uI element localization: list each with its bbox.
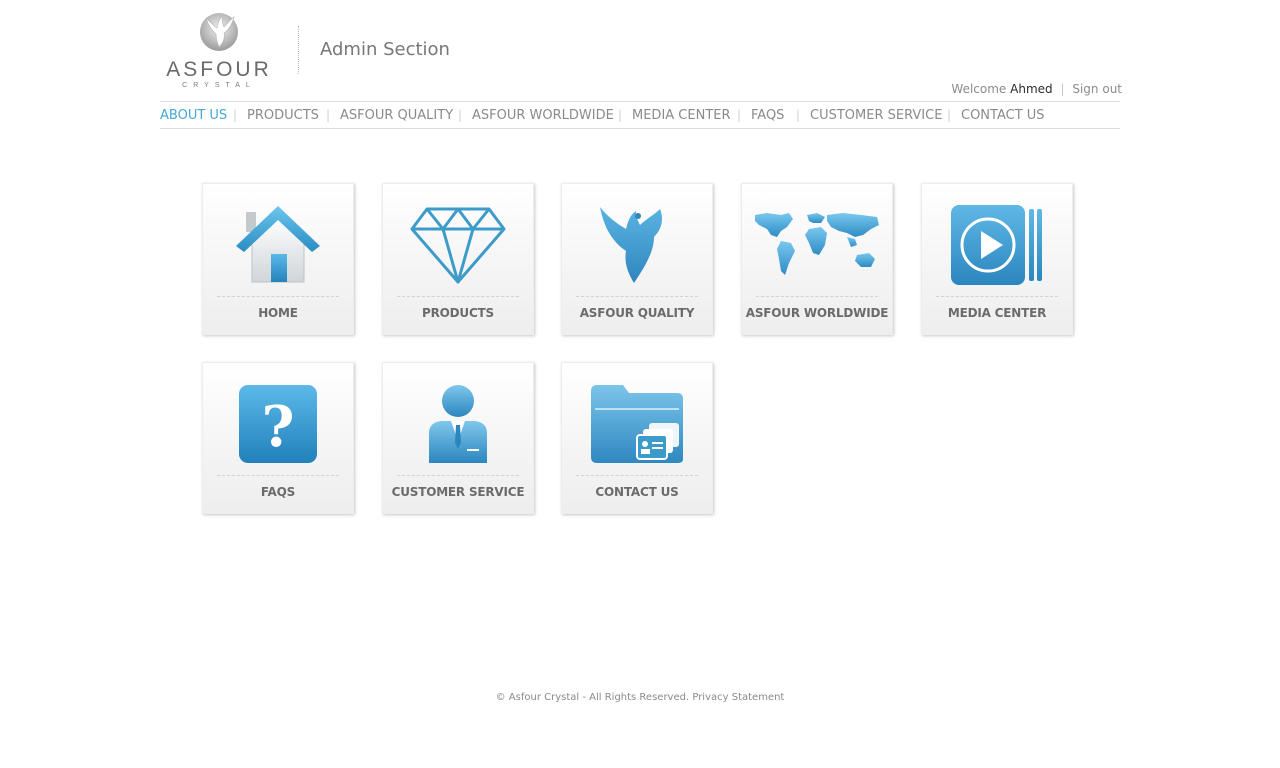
- tile-contact-us[interactable]: CONTACT US: [561, 362, 713, 514]
- nav-item-media-center[interactable]: MEDIA CENTER: [632, 108, 731, 123]
- folder-contact-icon: [591, 385, 683, 463]
- tile-separator: [217, 296, 339, 297]
- world-map-icon: [755, 213, 879, 275]
- page-title: Admin Section: [320, 39, 450, 60]
- play-icon: [951, 205, 1042, 285]
- nav-item-customer-service[interactable]: CUSTOMER SERVICE: [810, 108, 942, 123]
- footer: © Asfour Crystal - All Rights Reserved. …: [0, 692, 1280, 703]
- tile-icon-wrap: ?: [203, 381, 353, 467]
- tile-icon-wrap: [922, 202, 1072, 288]
- tile-asfour-worldwide[interactable]: ASFOUR WORLDWIDE: [741, 183, 893, 335]
- nav-item-about-us[interactable]: ABOUT US: [160, 108, 227, 123]
- header-divider: [298, 26, 299, 74]
- tile-label: ASFOUR QUALITY: [579, 306, 695, 320]
- tile-icon-wrap: [742, 202, 892, 288]
- question-icon: ?: [239, 385, 317, 463]
- user-name: Ahmed: [1010, 82, 1053, 96]
- brand-name: ASFOUR: [166, 58, 272, 81]
- user-bar: Welcome Ahmed | Sign out: [951, 82, 1122, 96]
- tile-label: MEDIA CENTER: [947, 306, 1047, 320]
- tile-customer-service[interactable]: CUSTOMER SERVICE: [382, 362, 534, 514]
- nav-divider: |: [947, 108, 952, 122]
- privacy-statement-link[interactable]: Privacy Statement: [692, 692, 784, 703]
- bird-logo-icon: [200, 13, 238, 51]
- nav-divider: |: [458, 108, 463, 122]
- home-icon: [236, 206, 320, 283]
- main-nav: ABOUT US | PRODUCTS | ASFOUR QUALITY | A…: [160, 101, 1120, 129]
- tile-icon-wrap: [562, 202, 712, 288]
- tile-label: ASFOUR WORLDWIDE: [745, 306, 889, 320]
- nav-divider: |: [618, 108, 623, 122]
- nav-item-products[interactable]: PRODUCTS: [247, 108, 319, 123]
- tile-separator: [397, 475, 519, 476]
- tile-separator: [576, 296, 698, 297]
- tile-label: CONTACT US: [595, 485, 679, 499]
- tile-faqs[interactable]: ? FAQS: [202, 362, 354, 514]
- tile-label: PRODUCTS: [422, 306, 494, 320]
- nav-divider: |: [796, 108, 801, 122]
- nav-divider: |: [737, 108, 742, 122]
- tile-separator: [397, 296, 519, 297]
- tile-label: CUSTOMER SERVICE: [391, 485, 525, 499]
- person-icon: [429, 385, 487, 463]
- copyright-text: © Asfour Crystal - All Rights Reserved.: [495, 692, 690, 703]
- tile-separator: [217, 475, 339, 476]
- tile-media-center[interactable]: MEDIA CENTER: [921, 183, 1073, 335]
- brand-logo[interactable]: ASFOUR CRYSTAL: [160, 10, 278, 90]
- welcome-text: Welcome: [951, 82, 1007, 96]
- sign-out-link[interactable]: Sign out: [1072, 82, 1122, 96]
- nav-item-faqs[interactable]: FAQS: [751, 108, 784, 123]
- nav-item-asfour-quality[interactable]: ASFOUR QUALITY: [340, 108, 453, 123]
- tile-icon-wrap: [383, 381, 533, 467]
- tile-icon-wrap: [562, 381, 712, 467]
- tile-asfour-quality[interactable]: ASFOUR QUALITY: [561, 183, 713, 335]
- nav-item-asfour-worldwide[interactable]: ASFOUR WORLDWIDE: [472, 108, 614, 123]
- tile-products[interactable]: PRODUCTS: [382, 183, 534, 335]
- tile-separator: [756, 296, 878, 297]
- svg-text:?: ?: [262, 394, 295, 460]
- tile-label: FAQS: [260, 485, 296, 499]
- tile-separator: [936, 296, 1058, 297]
- bird-icon: [600, 207, 662, 283]
- tile-icon-wrap: [203, 202, 353, 288]
- tile-icon-wrap: [383, 202, 533, 288]
- nav-divider: |: [233, 108, 238, 122]
- divider: |: [1060, 82, 1065, 96]
- diamond-icon: [410, 207, 506, 284]
- tile-separator: [576, 475, 698, 476]
- tile-label: HOME: [258, 306, 298, 320]
- brand-tagline: CRYSTAL: [182, 82, 256, 89]
- tile-home[interactable]: HOME: [202, 183, 354, 335]
- nav-divider: |: [326, 108, 331, 122]
- nav-item-contact-us[interactable]: CONTACT US: [961, 108, 1045, 123]
